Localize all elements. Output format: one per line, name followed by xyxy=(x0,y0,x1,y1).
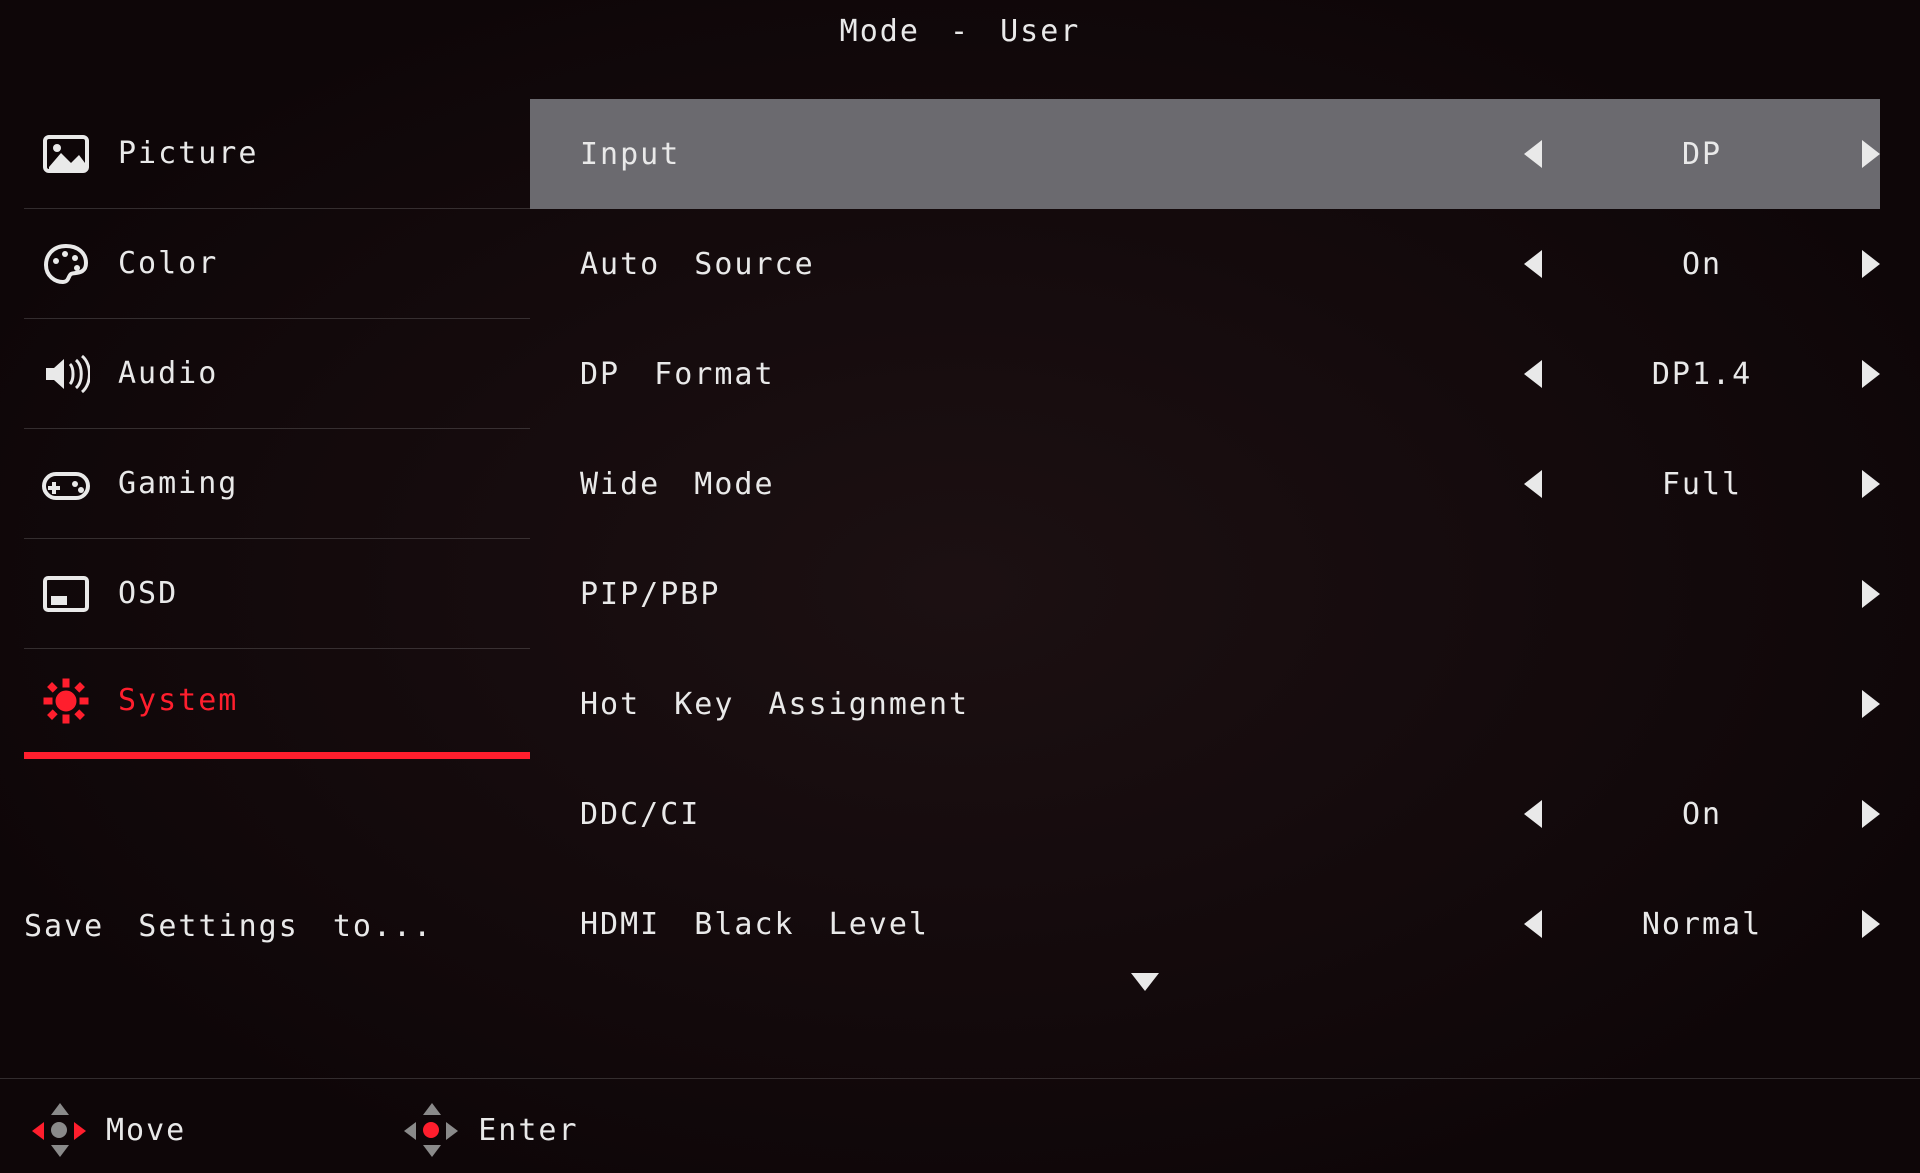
setting-label: DDC/CI xyxy=(580,797,1220,832)
setting-value: Full xyxy=(1542,467,1862,502)
sidebar-item-color[interactable]: Color xyxy=(24,209,530,319)
setting-label: Input xyxy=(580,137,1220,172)
value-selector: On xyxy=(1220,247,1880,282)
arrow-right-icon[interactable] xyxy=(1862,250,1880,278)
speaker-icon xyxy=(40,354,92,394)
footer-hints: Move Enter xyxy=(0,1078,1920,1155)
setting-value: On xyxy=(1542,247,1862,282)
setting-value: Normal xyxy=(1542,907,1862,942)
palette-icon xyxy=(40,243,92,285)
setting-pip-pbp[interactable]: PIP/PBP xyxy=(530,539,1880,649)
value-selector: DP xyxy=(1220,137,1880,172)
sidebar-item-label: Gaming xyxy=(118,466,238,501)
sidebar-item-label: System xyxy=(118,683,238,718)
sidebar-item-system[interactable]: System xyxy=(24,649,530,759)
hint-move-label: Move xyxy=(106,1113,186,1148)
hint-enter-label: Enter xyxy=(478,1113,578,1148)
arrow-right-icon[interactable] xyxy=(1862,910,1880,938)
mode-title: Mode - User xyxy=(840,14,1081,49)
save-settings-to[interactable]: Save Settings to... xyxy=(24,909,530,944)
arrow-right-icon[interactable] xyxy=(1862,800,1880,828)
save-settings-label: Save Settings to... xyxy=(24,909,433,944)
sidebar-item-label: OSD xyxy=(118,576,178,611)
osd-body: Picture Color Audio Gaming xyxy=(0,99,1920,995)
setting-auto-source[interactable]: Auto Source On xyxy=(530,209,1880,319)
gamepad-icon xyxy=(40,466,92,502)
setting-value: DP xyxy=(1542,137,1862,172)
settings-panel: Input DP Auto Source On DP Format xyxy=(530,99,1920,995)
arrow-right-icon[interactable] xyxy=(1862,360,1880,388)
dpad-enter-icon xyxy=(406,1105,456,1155)
arrow-left-icon[interactable] xyxy=(1524,910,1542,938)
sidebar-item-gaming[interactable]: Gaming xyxy=(24,429,530,539)
setting-input[interactable]: Input DP xyxy=(530,99,1880,209)
setting-hotkey[interactable]: Hot Key Assignment xyxy=(530,649,1880,759)
sidebar: Picture Color Audio Gaming xyxy=(0,99,530,995)
sidebar-item-label: Audio xyxy=(118,356,218,391)
value-selector: DP1.4 xyxy=(1220,357,1880,392)
sidebar-item-label: Picture xyxy=(118,136,258,171)
arrow-left-icon[interactable] xyxy=(1524,140,1542,168)
scroll-down-indicator[interactable] xyxy=(530,973,1880,995)
hint-move: Move xyxy=(34,1105,186,1155)
arrow-left-icon[interactable] xyxy=(1524,800,1542,828)
setting-wide-mode[interactable]: Wide Mode Full xyxy=(530,429,1880,539)
setting-label: HDMI Black Level xyxy=(580,907,1220,942)
sidebar-item-osd[interactable]: OSD xyxy=(24,539,530,649)
setting-hdmi-black-level[interactable]: HDMI Black Level Normal xyxy=(530,869,1880,979)
arrow-right-icon[interactable] xyxy=(1862,140,1880,168)
value-selector: Normal xyxy=(1220,907,1880,942)
setting-value: On xyxy=(1542,797,1862,832)
arrow-right-icon[interactable] xyxy=(1862,580,1880,608)
dpad-move-icon xyxy=(34,1105,84,1155)
mode-header: Mode - User xyxy=(0,0,1920,49)
value-selector xyxy=(1220,690,1880,718)
osd-root: Mode - User Picture Color Audio xyxy=(0,0,1920,1173)
picture-icon xyxy=(40,135,92,173)
arrow-right-icon[interactable] xyxy=(1862,470,1880,498)
setting-value: DP1.4 xyxy=(1542,357,1862,392)
setting-dp-format[interactable]: DP Format DP1.4 xyxy=(530,319,1880,429)
setting-label: Auto Source xyxy=(580,247,1220,282)
value-selector xyxy=(1220,580,1880,608)
hint-enter: Enter xyxy=(406,1105,578,1155)
sidebar-item-picture[interactable]: Picture xyxy=(24,99,530,209)
sidebar-item-label: Color xyxy=(118,246,218,281)
value-selector: Full xyxy=(1220,467,1880,502)
setting-label: DP Format xyxy=(580,357,1220,392)
arrow-down-icon xyxy=(1131,973,1159,991)
arrow-right-icon[interactable] xyxy=(1862,690,1880,718)
arrow-left-icon[interactable] xyxy=(1524,360,1542,388)
setting-ddc-ci[interactable]: DDC/CI On xyxy=(530,759,1880,869)
arrow-left-icon[interactable] xyxy=(1524,470,1542,498)
value-selector: On xyxy=(1220,797,1880,832)
gear-icon xyxy=(40,678,92,724)
setting-label: Hot Key Assignment xyxy=(580,687,1220,722)
osd-icon xyxy=(40,576,92,612)
setting-label: PIP/PBP xyxy=(580,577,1220,612)
arrow-left-icon[interactable] xyxy=(1524,250,1542,278)
setting-label: Wide Mode xyxy=(580,467,1220,502)
sidebar-item-audio[interactable]: Audio xyxy=(24,319,530,429)
